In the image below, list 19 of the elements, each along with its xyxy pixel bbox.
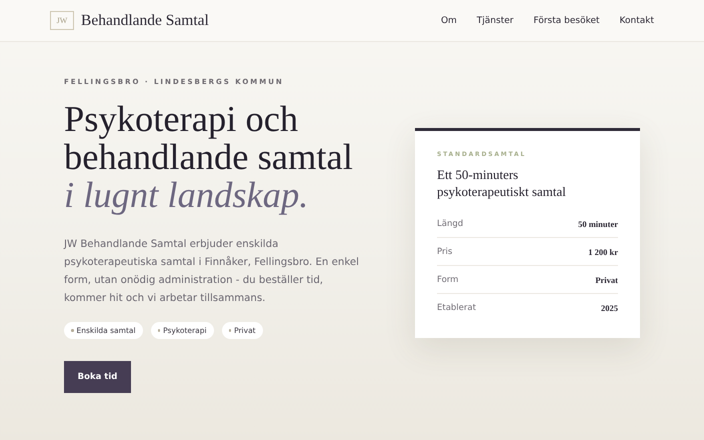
brand-name[interactable]: Behandlande Samtal [81,12,209,30]
detail-label: Längd [437,218,464,228]
detail-value: 2025 [601,302,618,312]
hero-heading-line: behandlande samtal [64,138,354,176]
nav-link[interactable]: Tjänster [476,16,514,26]
detail-label: Etablerat [437,302,476,312]
nav-link[interactable]: Om [440,16,457,26]
hero-heading-line: Psykoterapi och [64,100,300,138]
detail-label: Pris [437,246,452,256]
detail-value: 50 minuter [578,218,618,228]
card-title: Ett 50-minuters psykoterapeutiskt samtal [437,166,567,200]
nav-link[interactable]: Första besöket [533,16,600,26]
book-button[interactable]: Boka tid [64,361,131,393]
hero-heading-accent: i lugnt landskap. [64,176,310,214]
intro-paragraph: JW Behandlande Samtal erbjuder enskilda psykoterapeutiska samtal i Finnåker, Fellingsbro. En enkel form, utan onödig administration - du beställer tid, kommer hit och vi arbetar tillsammans. [64,238,360,306]
nav-link[interactable]: Kontakt [620,16,654,26]
detail-value: Privat [595,274,618,284]
detail-value: 1 200 kr [588,246,618,256]
detail-label: Form [437,274,458,284]
